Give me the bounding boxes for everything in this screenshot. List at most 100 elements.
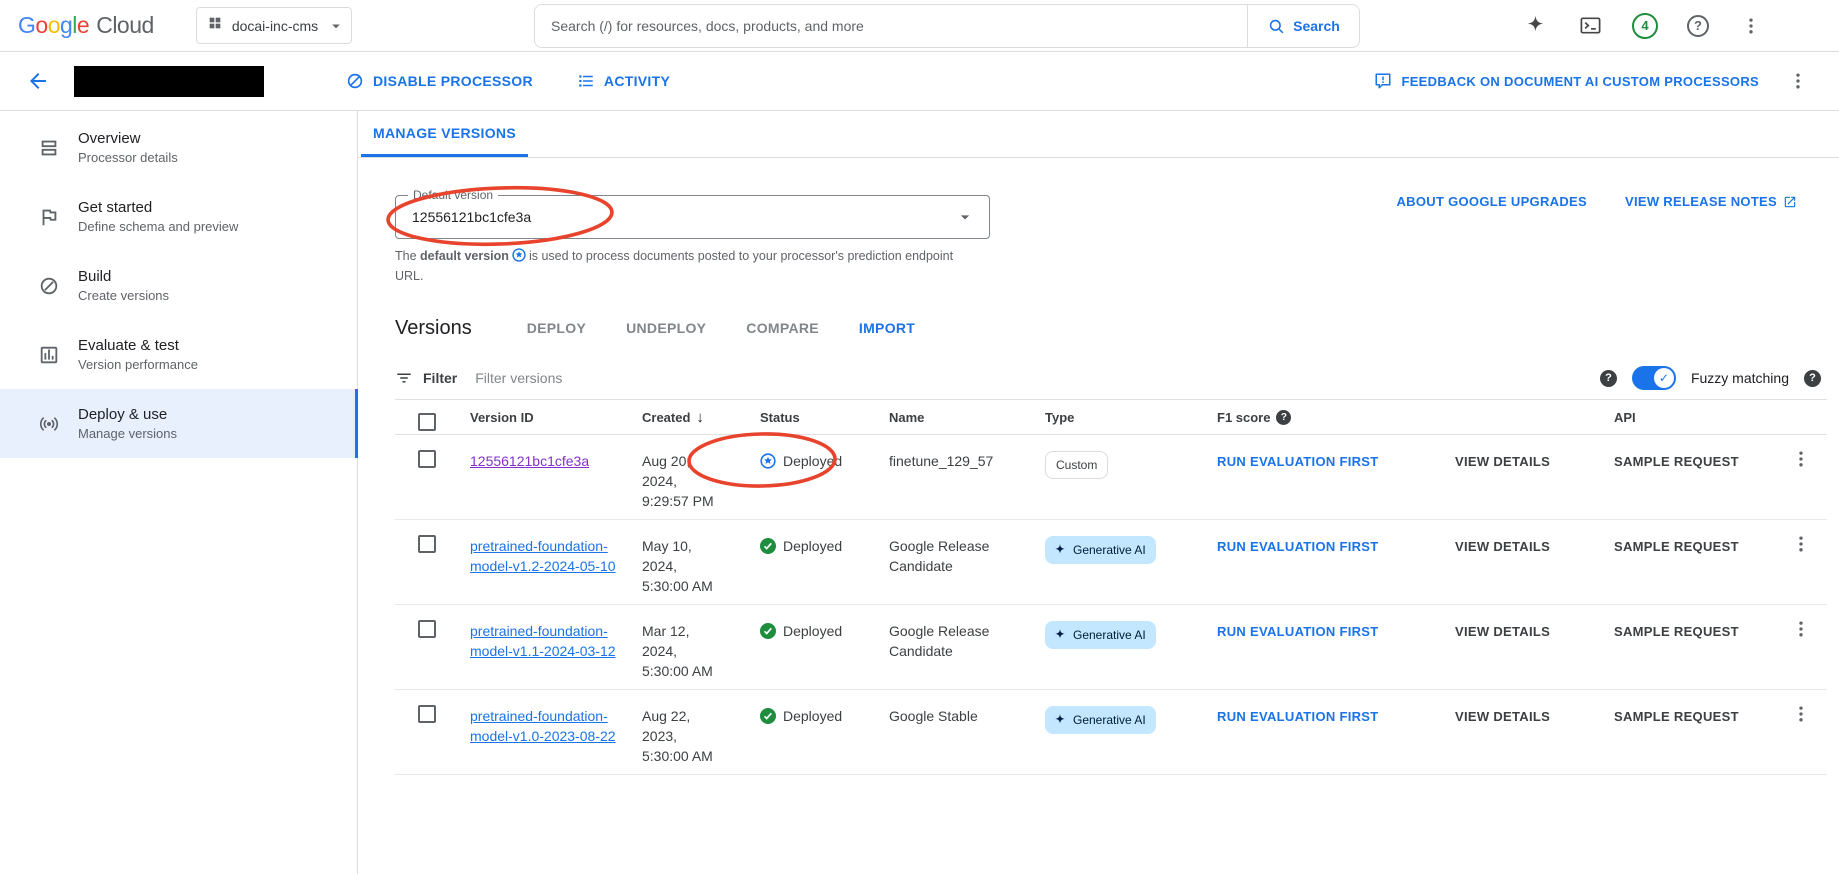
row-more-vert-icon[interactable]	[1774, 605, 1827, 639]
activity-button[interactable]: ACTIVITY	[577, 72, 670, 90]
row-checkbox[interactable]	[418, 705, 436, 723]
google-cloud-logo[interactable]: Google Cloud	[18, 12, 154, 39]
run-evaluation-link[interactable]: RUN EVALUATION FIRST	[1217, 454, 1379, 469]
disable-processor-button[interactable]: DISABLE PROCESSOR	[346, 72, 533, 90]
version-id-link[interactable]: pretrained-foundation-model-v1.2-2024-05…	[470, 538, 616, 574]
sample-request-link[interactable]: SAMPLE REQUEST	[1614, 539, 1739, 554]
more-vert-icon[interactable]	[1738, 13, 1764, 39]
deploy-button[interactable]: DEPLOY	[527, 320, 586, 336]
version-id-link[interactable]: pretrained-foundation-model-v1.1-2024-03…	[470, 623, 616, 659]
sample-request-link[interactable]: SAMPLE REQUEST	[1614, 709, 1739, 724]
help-icon[interactable]: ?	[1600, 370, 1617, 387]
view-details-link[interactable]: VIEW DETAILS	[1455, 709, 1550, 724]
status-cell: Deployed	[760, 435, 889, 479]
search-input[interactable]	[535, 5, 1247, 47]
star-circle-icon	[512, 248, 526, 267]
sidebar-item-subtitle: Processor details	[78, 149, 178, 167]
feedback-button[interactable]: FEEDBACK ON DOCUMENT AI CUSTOM PROCESSOR…	[1374, 72, 1759, 90]
run-evaluation-link[interactable]: RUN EVALUATION FIRST	[1217, 709, 1379, 724]
check-circle-icon	[760, 538, 776, 554]
cloud-shell-icon[interactable]	[1577, 13, 1603, 39]
version-id-link[interactable]: pretrained-foundation-model-v1.0-2023-08…	[470, 708, 616, 744]
disable-icon	[346, 72, 364, 90]
versions-table: Version ID Created ↓ Status Name Type F1…	[395, 399, 1827, 775]
name-cell: Google Release Candidate	[889, 605, 1045, 669]
search-button[interactable]: Search	[1247, 5, 1359, 47]
view-details-link[interactable]: VIEW DETAILS	[1455, 539, 1550, 554]
row-more-vert-icon[interactable]	[1774, 435, 1827, 469]
project-icon	[207, 15, 223, 36]
view-details-link[interactable]: VIEW DETAILS	[1455, 454, 1550, 469]
logo-letter: g	[60, 12, 72, 39]
col-header-type: Type	[1045, 410, 1217, 425]
activity-list-icon	[577, 72, 595, 90]
import-button[interactable]: IMPORT	[859, 320, 915, 336]
type-chip: Custom	[1045, 451, 1108, 479]
logo-letter: o	[35, 12, 47, 39]
sidebar-item-evaluate-test[interactable]: Evaluate & testVersion performance	[0, 320, 357, 389]
help-icon[interactable]: ?	[1804, 370, 1821, 387]
default-version-select[interactable]: Default version 12556121bc1cfe3a	[395, 195, 990, 239]
chip-label: Generative AI	[1073, 540, 1146, 560]
activity-label: ACTIVITY	[604, 73, 670, 89]
sidebar-item-get-started[interactable]: Get startedDefine schema and preview	[0, 182, 357, 251]
back-arrow-icon[interactable]	[26, 68, 52, 94]
project-selector[interactable]: docai-inc-cms	[196, 7, 352, 44]
gemini-sparkle-icon[interactable]	[1522, 13, 1548, 39]
compare-button[interactable]: COMPARE	[746, 320, 819, 336]
undeploy-button[interactable]: UNDEPLOY	[626, 320, 706, 336]
status-text: Deployed	[783, 706, 842, 726]
main-content: MANAGE VERSIONS ABOUT GOOGLE UPGRADES VI…	[358, 111, 1839, 874]
fuzzy-matching-label: Fuzzy matching	[1691, 370, 1789, 386]
star-circle-icon	[760, 453, 776, 469]
filter-button[interactable]: Filter	[395, 369, 457, 387]
versions-title: Versions	[395, 317, 472, 340]
view-release-notes-link[interactable]: VIEW RELEASE NOTES	[1625, 194, 1797, 209]
run-evaluation-link[interactable]: RUN EVALUATION FIRST	[1217, 624, 1379, 639]
col-header-version-id: Version ID	[470, 410, 642, 425]
toggle-knob: ✓	[1654, 368, 1674, 388]
header-more-vert-icon[interactable]	[1785, 68, 1811, 94]
sidebar-item-overview[interactable]: OverviewProcessor details	[0, 113, 357, 182]
row-checkbox[interactable]	[418, 450, 436, 468]
filter-versions-input[interactable]	[475, 370, 895, 386]
about-label: ABOUT GOOGLE UPGRADES	[1396, 194, 1586, 209]
filter-icon	[395, 369, 413, 387]
sidebar-item-deploy-use[interactable]: Deploy & useManage versions	[0, 389, 357, 458]
notifications-badge[interactable]: 4	[1632, 13, 1658, 39]
fuzzy-matching-toggle[interactable]: ✓	[1632, 366, 1676, 390]
created-cell: May 10, 2024, 5:30:00 AM	[642, 520, 760, 604]
sort-descending-icon: ↓	[696, 410, 704, 425]
help-icon[interactable]: ?	[1276, 410, 1291, 425]
row-more-vert-icon[interactable]	[1774, 690, 1827, 724]
col-header-status: Status	[760, 410, 889, 425]
help-icon[interactable]: ?	[1687, 15, 1709, 37]
col-header-created[interactable]: Created ↓	[642, 410, 760, 425]
topbar-icons: 4 ?	[1522, 13, 1764, 39]
run-evaluation-link[interactable]: RUN EVALUATION FIRST	[1217, 539, 1379, 554]
sample-request-link[interactable]: SAMPLE REQUEST	[1614, 454, 1739, 469]
search-button-label: Search	[1293, 18, 1340, 34]
sidebar-item-build[interactable]: BuildCreate versions	[0, 251, 357, 320]
row-checkbox[interactable]	[418, 535, 436, 553]
bar-chart-icon	[38, 344, 62, 366]
select-all-checkbox[interactable]	[418, 413, 436, 431]
logo-letter: e	[77, 12, 89, 39]
sidebar-item-subtitle: Create versions	[78, 287, 169, 305]
tab-manage-versions[interactable]: MANAGE VERSIONS	[361, 111, 528, 157]
status-text: Deployed	[783, 451, 842, 471]
default-version-help-text: The default version is used to process d…	[395, 247, 960, 285]
version-id-link[interactable]: 12556121bc1cfe3a	[470, 453, 589, 469]
overview-icon	[38, 137, 62, 159]
logo-letter: G	[18, 12, 35, 39]
about-google-upgrades-link[interactable]: ABOUT GOOGLE UPGRADES	[1396, 194, 1586, 209]
row-checkbox[interactable]	[418, 620, 436, 638]
release-notes-label: VIEW RELEASE NOTES	[1625, 194, 1777, 209]
sample-request-link[interactable]: SAMPLE REQUEST	[1614, 624, 1739, 639]
table-row: pretrained-foundation-model-v1.2-2024-05…	[395, 520, 1827, 605]
sidebar-item-title: Evaluate & test	[78, 336, 198, 356]
chip-label: Generative AI	[1073, 625, 1146, 645]
status-text: Deployed	[783, 536, 842, 556]
view-details-link[interactable]: VIEW DETAILS	[1455, 624, 1550, 639]
row-more-vert-icon[interactable]	[1774, 520, 1827, 554]
